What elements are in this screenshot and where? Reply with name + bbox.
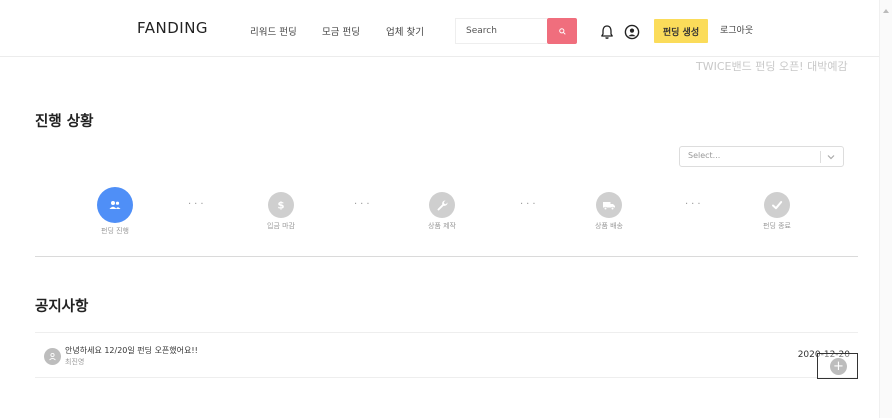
nav-donation-funding[interactable]: 모금 펀딩: [322, 24, 360, 38]
progress-section-title: 진행 상황: [35, 114, 94, 130]
step-connector-dots: ...: [188, 196, 207, 207]
step-circle: $: [268, 192, 294, 218]
plus-icon: +: [830, 358, 847, 375]
notification-bell-button[interactable]: [599, 24, 615, 40]
step-circle: [596, 192, 622, 218]
step-label: 상품 배송: [595, 222, 623, 230]
account-button[interactable]: [624, 24, 640, 40]
truck-icon: [603, 201, 615, 210]
step-deposit-close: $ 입금 마감: [246, 187, 316, 231]
nav-reward-funding[interactable]: 리워드 펀딩: [250, 24, 297, 38]
page: FANDING 리워드 펀딩 모금 펀딩 업체 찾기 펀딩 생성 로그아웃: [0, 0, 892, 418]
svg-text:$: $: [278, 201, 285, 212]
search-icon: [558, 27, 566, 35]
step-circle: [764, 192, 790, 218]
floating-add-button[interactable]: +: [817, 353, 858, 379]
step-circle-active: [97, 187, 133, 223]
notice-list-bottom-border: [35, 377, 858, 378]
chevron-down-icon: [827, 155, 835, 160]
notice-list-item[interactable]: 안녕하세요 12/20일 펀딩 오픈했어요!! 최진영 2020-12-20: [35, 333, 858, 377]
notice-title: 안녕하세요 12/20일 펀딩 오픈했어요!!: [65, 346, 198, 355]
step-connector-dots: ...: [685, 196, 704, 207]
step-circle: [429, 192, 455, 218]
avatar: [44, 348, 61, 365]
section-divider: [35, 256, 858, 257]
bell-icon: [601, 25, 613, 39]
dollar-icon: $: [278, 201, 285, 212]
nav-find-company[interactable]: 업체 찾기: [386, 24, 424, 38]
select-divider: [820, 151, 821, 163]
account-circle-icon: [624, 24, 640, 40]
step-connector-dots: ...: [520, 196, 539, 207]
funding-select[interactable]: Select...: [679, 146, 844, 167]
step-product-shipping: 상품 배송: [574, 187, 644, 231]
step-label: 펀딩 종료: [763, 222, 791, 230]
step-funding-progress: 펀딩 진행: [80, 187, 150, 236]
top-nav: FANDING 리워드 펀딩 모금 펀딩 업체 찾기 펀딩 생성 로그아웃: [0, 0, 892, 57]
users-icon: [109, 201, 121, 209]
step-product-manufacturing: 상품 제작: [407, 187, 477, 231]
create-funding-button[interactable]: 펀딩 생성: [654, 19, 708, 43]
logo[interactable]: FANDING: [137, 19, 208, 37]
announcement-marquee: TWICE밴드 펀딩 오픈! 대박예감: [696, 60, 848, 73]
notice-author: 최진영: [65, 358, 85, 366]
step-label: 상품 제작: [428, 222, 456, 230]
notices-section-title: 공지사항: [35, 299, 89, 315]
select-placeholder: Select...: [688, 151, 721, 160]
check-icon: [772, 201, 783, 210]
logout-link[interactable]: 로그아웃: [720, 23, 753, 36]
vertical-scrollbar[interactable]: [879, 0, 892, 418]
step-label: 펀딩 진행: [101, 227, 129, 235]
step-label: 입금 마감: [267, 222, 295, 230]
wrench-icon: [437, 199, 448, 210]
step-connector-dots: ...: [354, 196, 373, 207]
person-icon: [49, 352, 56, 361]
search-input[interactable]: [455, 18, 547, 44]
search-button[interactable]: [547, 18, 577, 44]
step-funding-complete: 펀딩 종료: [742, 187, 812, 231]
scroll-up-arrow-icon[interactable]: [883, 9, 889, 13]
